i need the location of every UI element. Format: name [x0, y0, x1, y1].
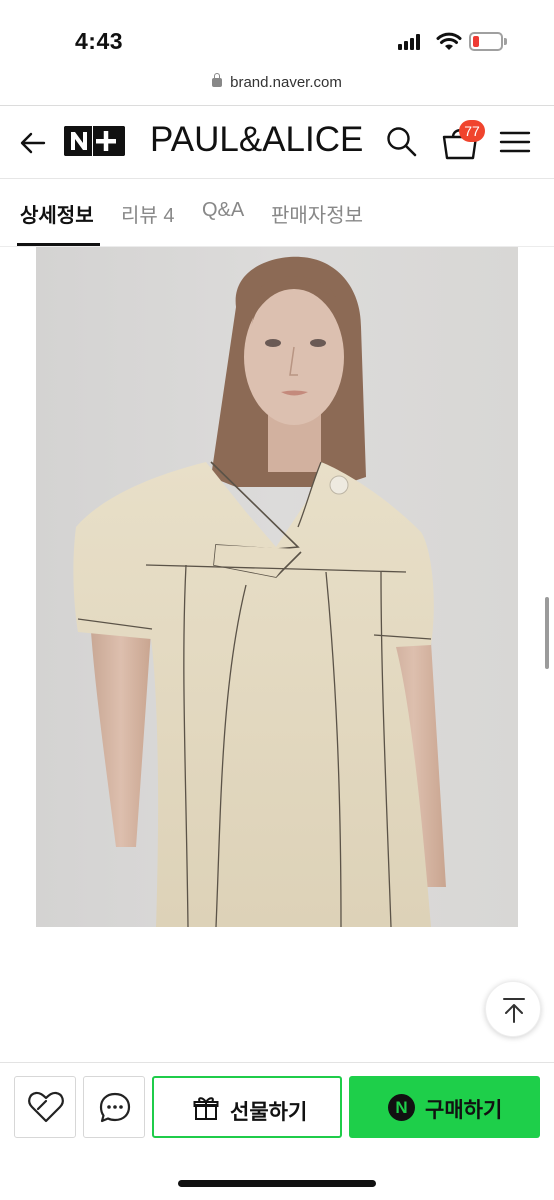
tab-reviews[interactable]: 리뷰 4 — [121, 199, 174, 228]
arrow-up-icon — [503, 998, 525, 1023]
gift-button-label: 선물하기 — [230, 1101, 308, 1124]
tab-details[interactable]: 상세정보 — [20, 199, 94, 228]
tab-seller-info[interactable]: 판매자정보 — [271, 199, 363, 228]
cellular-signal-icon — [398, 34, 424, 50]
product-photo[interactable] — [36, 247, 518, 927]
scroll-to-top-button[interactable] — [485, 981, 541, 1037]
cart-count-badge: 77 — [459, 120, 485, 142]
url-text: brand.naver.com — [230, 74, 342, 91]
lock-icon — [212, 73, 223, 87]
brand-name[interactable]: PAUL&ALICE — [150, 120, 363, 160]
gift-button[interactable]: 선물하기 — [152, 1076, 342, 1138]
status-time: 4:43 — [75, 28, 124, 54]
naver-pay-icon: N — [388, 1094, 415, 1121]
back-arrow-icon[interactable] — [16, 126, 50, 160]
address-bar[interactable]: brand.naver.com — [0, 73, 554, 100]
naver-plus-logo[interactable] — [64, 126, 125, 156]
tab-qna[interactable]: Q&A — [202, 199, 244, 222]
home-indicator[interactable] — [178, 1180, 376, 1187]
model-illustration — [36, 247, 518, 927]
chat-bubble-icon — [99, 1092, 131, 1123]
gift-icon — [193, 1097, 219, 1120]
wifi-icon — [436, 32, 462, 50]
buy-button-label: 구매하기 — [425, 1099, 503, 1122]
divider — [0, 1062, 554, 1063]
menu-icon[interactable] — [498, 126, 532, 158]
heart-icon — [28, 1091, 64, 1123]
like-button[interactable] — [14, 1076, 76, 1138]
detail-tabs: 상세정보 리뷰 4 Q&A 판매자정보 — [0, 179, 554, 247]
page-scrollbar[interactable] — [545, 597, 549, 669]
store-header: PAUL&ALICE — [0, 106, 554, 178]
status-bar: 4:43 — [0, 0, 554, 70]
search-icon[interactable] — [384, 124, 418, 158]
chat-inquiry-button[interactable] — [83, 1076, 145, 1138]
buy-button[interactable]: N 구매하기 — [349, 1076, 540, 1138]
battery-icon — [469, 32, 507, 51]
